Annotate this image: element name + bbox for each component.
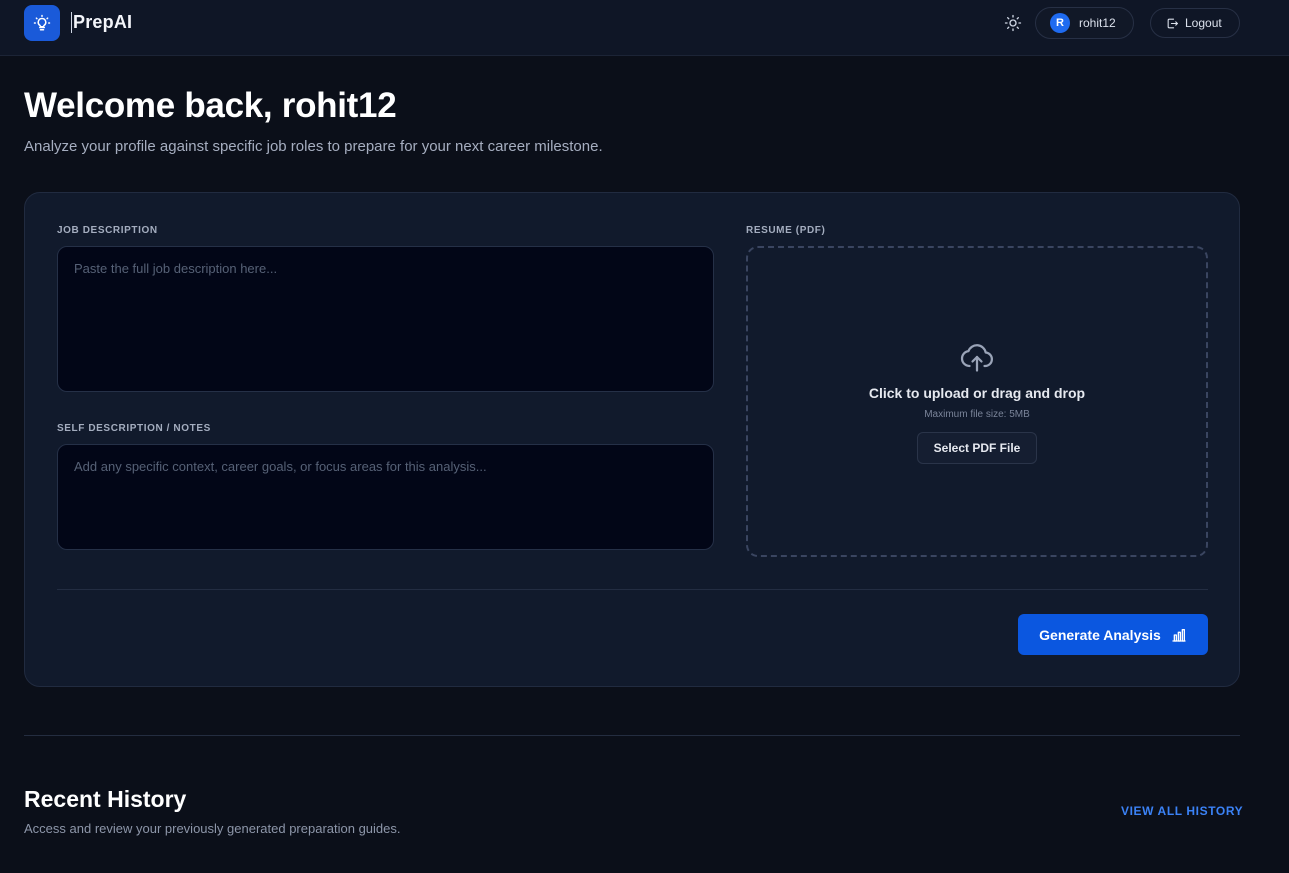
theme-toggle-button[interactable] [1001, 11, 1025, 35]
generate-label: Generate Analysis [1039, 626, 1161, 643]
self-description-label: SELF DESCRIPTION / NOTES [57, 423, 211, 434]
self-description-input[interactable] [57, 444, 714, 550]
sun-icon [1004, 14, 1022, 32]
divider [57, 589, 1208, 590]
logout-button[interactable]: Logout [1150, 8, 1240, 38]
lightbulb-icon [33, 14, 51, 31]
job-description-label: JOB DESCRIPTION [57, 225, 158, 236]
section-divider [24, 735, 1240, 736]
bar-chart-icon [1172, 628, 1186, 642]
upload-hint: Maximum file size: 5MB [924, 409, 1030, 420]
resume-label: RESUME (PDF) [746, 225, 826, 236]
cloud-upload-icon [960, 344, 993, 372]
logo[interactable] [24, 5, 60, 41]
history-title: Recent History [24, 786, 187, 812]
username-label: rohit12 [1079, 16, 1116, 30]
logout-icon [1167, 18, 1178, 28]
page-subtitle: Analyze your profile against specific jo… [24, 138, 603, 155]
upload-title: Click to upload or drag and drop [868, 385, 1086, 401]
generate-analysis-button[interactable]: Generate Analysis [1018, 614, 1208, 655]
brand-name[interactable]: PrepAI [71, 12, 132, 33]
view-all-history-link[interactable]: VIEW ALL HISTORY [1121, 804, 1243, 818]
user-menu-button[interactable]: R rohit12 [1035, 7, 1134, 39]
resume-dropzone[interactable]: Click to upload or drag and drop Maximum… [746, 246, 1208, 557]
analysis-form-card: JOB DESCRIPTION SELF DESCRIPTION / NOTES… [24, 192, 1240, 687]
top-navbar: PrepAI R rohit12 Logout [0, 0, 1289, 56]
select-pdf-button[interactable]: Select PDF File [916, 432, 1038, 464]
history-subtitle: Access and review your previously genera… [24, 821, 401, 836]
logout-label: Logout [1185, 16, 1222, 30]
job-description-input[interactable] [57, 246, 714, 392]
page-title: Welcome back, rohit12 [24, 86, 397, 125]
avatar: R [1050, 13, 1070, 33]
